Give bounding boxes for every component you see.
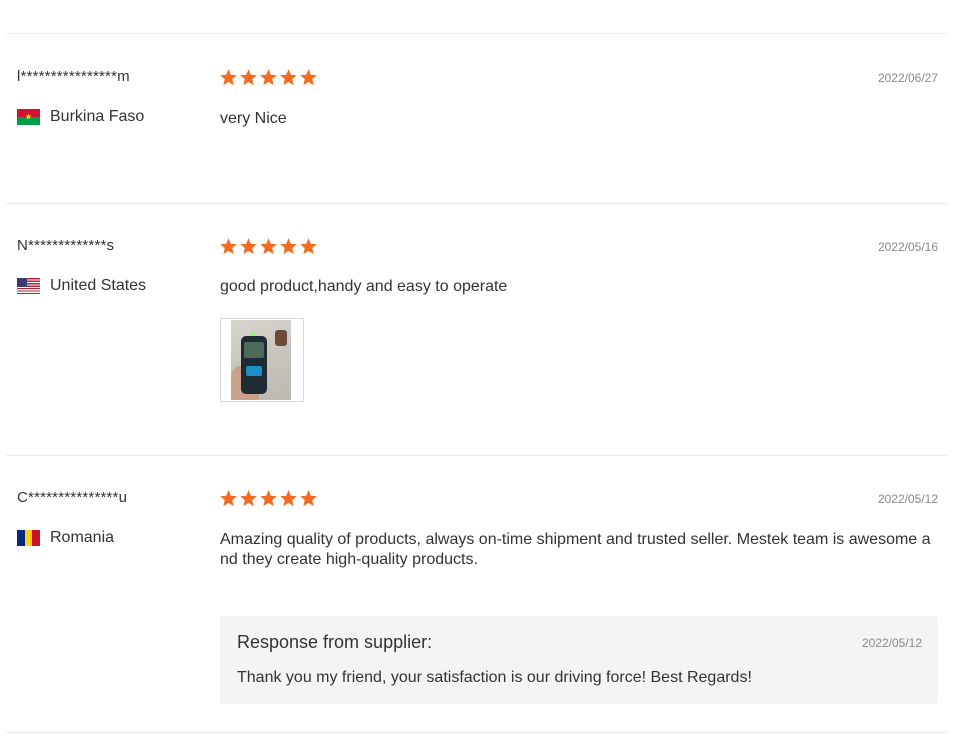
review-date: 2022/06/27 bbox=[877, 71, 938, 85]
divider bbox=[6, 455, 948, 456]
star-icon bbox=[219, 237, 238, 256]
star-icon bbox=[219, 68, 238, 87]
reviewer-country: Romania bbox=[17, 529, 114, 547]
star-icon bbox=[299, 68, 318, 87]
review-date: 2022/05/12 bbox=[877, 492, 938, 506]
star-icon bbox=[259, 237, 278, 256]
star-icon bbox=[299, 489, 318, 508]
star-rating bbox=[219, 489, 318, 508]
divider-bottom bbox=[6, 732, 948, 733]
review-photo-thumbnail[interactable] bbox=[220, 318, 304, 402]
star-icon bbox=[239, 237, 258, 256]
review-text: very Nice bbox=[220, 110, 287, 127]
response-title: Response from supplier: bbox=[237, 632, 433, 652]
reviewer-name: l****************m bbox=[17, 68, 130, 85]
star-rating bbox=[219, 68, 318, 87]
reviewer-country: Burkina Faso bbox=[17, 108, 144, 126]
divider bbox=[6, 203, 948, 204]
star-icon bbox=[259, 489, 278, 508]
burkina-faso-flag-icon bbox=[17, 109, 40, 125]
united-states-flag-icon bbox=[17, 278, 40, 294]
review-text: Amazing quality of products, always on-t… bbox=[220, 531, 931, 568]
star-icon bbox=[279, 489, 298, 508]
star-icon bbox=[239, 489, 258, 508]
star-icon bbox=[279, 237, 298, 256]
reviewer-name: N*************s bbox=[17, 237, 115, 254]
star-icon bbox=[239, 68, 258, 87]
star-rating bbox=[219, 237, 318, 256]
review-text: good product,handy and easy to operate bbox=[220, 278, 508, 295]
divider-top bbox=[6, 33, 948, 34]
country-label: Burkina Faso bbox=[50, 108, 145, 125]
response-date: 2022/05/12 bbox=[861, 636, 922, 650]
supplier-response: Response from supplier: 2022/05/12 Thank… bbox=[220, 616, 938, 704]
star-icon bbox=[259, 68, 278, 87]
star-icon bbox=[299, 237, 318, 256]
response-text: Thank you my friend, your satisfaction i… bbox=[237, 669, 752, 686]
star-icon bbox=[279, 68, 298, 87]
romania-flag-icon bbox=[17, 530, 40, 546]
device-photo bbox=[231, 320, 291, 400]
review-date: 2022/05/16 bbox=[877, 240, 938, 254]
star-icon bbox=[219, 489, 238, 508]
country-label: Romania bbox=[50, 529, 115, 546]
reviewer-country: United States bbox=[17, 277, 146, 295]
reviewer-name: C***************u bbox=[17, 489, 128, 506]
country-label: United States bbox=[50, 277, 147, 294]
